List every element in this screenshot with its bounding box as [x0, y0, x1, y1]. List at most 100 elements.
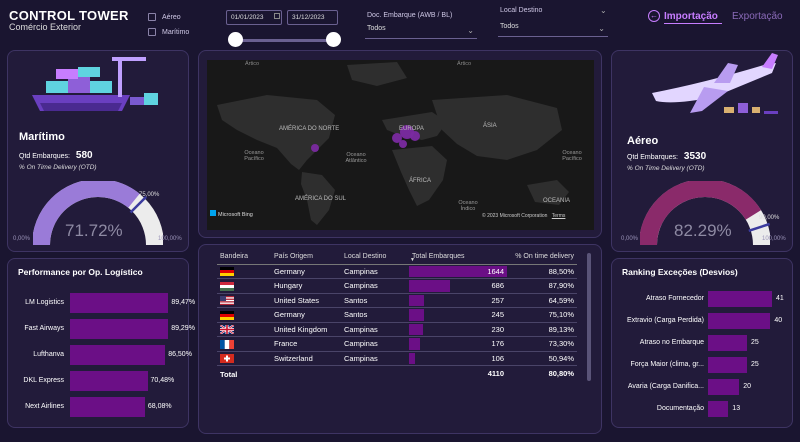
map-label: Ártico: [457, 61, 472, 67]
column-header[interactable]: Total Embarques: [409, 249, 507, 265]
doc-filter-label: Doc. Embarque (AWB / BL): [367, 12, 453, 19]
ranking-bar[interactable]: [708, 379, 740, 395]
performance-bar[interactable]: [70, 319, 169, 339]
total-databar: [409, 323, 423, 335]
table-row[interactable]: United Kingdom Campinas 230 89,13%: [217, 322, 577, 337]
ranking-row[interactable]: Extravio (Carga Perdida) 40: [612, 313, 794, 329]
world-map[interactable]: Ártico AMÉRICA DO NORTE EUROPA ÁSIA Ocea…: [207, 60, 594, 230]
ranking-value: 13: [732, 405, 741, 412]
ranking-row[interactable]: Força Maior (clima, gr... 25: [612, 357, 794, 373]
total-value: 686: [491, 281, 504, 291]
tab-exportacao[interactable]: Exportação: [732, 11, 783, 22]
local-filter-dropdown[interactable]: Todos ⌄: [498, 23, 608, 37]
map-marker: [410, 131, 420, 141]
ranking-bar[interactable]: [708, 313, 771, 329]
total-databar: [409, 280, 450, 292]
flag-cell: [217, 351, 271, 366]
performance-label: LM Logistics: [25, 299, 64, 306]
checkbox-aereo[interactable]: Aéreo: [148, 13, 181, 21]
ranking-bar[interactable]: [708, 335, 747, 351]
performance-bar-list: LM Logistics 89,47% Fast Airways 89,29% Luft…: [8, 293, 195, 423]
ranking-title: Ranking Exceções (Desvios): [622, 267, 738, 277]
table-row[interactable]: France Campinas 176 73,30%: [217, 336, 577, 352]
pais-cell: Germany: [271, 307, 341, 323]
table-row[interactable]: Switzerland Campinas 106 50,94%: [217, 351, 577, 366]
performance-row[interactable]: Fast Airways 89,29%: [8, 319, 195, 339]
performance-label: Fast Airways: [24, 325, 64, 332]
total-otd: 80,80%: [548, 368, 574, 378]
map-copyright: © 2023 Microsoft Corporation Terms: [482, 213, 566, 219]
local-cell: Santos: [341, 293, 409, 308]
flag-cell: [217, 336, 271, 352]
checkbox-icon: [148, 13, 156, 21]
total-label: Total: [220, 370, 238, 379]
date-start-calendar-icon[interactable]: [274, 13, 280, 19]
map-label: ÁSIA: [483, 123, 497, 129]
ranking-value: 41: [776, 295, 784, 302]
ranking-row[interactable]: Documentação 13: [612, 401, 794, 417]
tab-importacao-underline: [664, 23, 722, 24]
pais-cell: Germany: [271, 264, 341, 279]
qtd-value: 3530: [683, 151, 707, 162]
chevron-down-icon[interactable]: ⌄: [600, 6, 607, 15]
table-row[interactable]: United States Santos 257 64,59%: [217, 293, 577, 308]
table-row[interactable]: Germany Santos 245 75,10%: [217, 307, 577, 323]
maritimo-target-label: 75,00%: [139, 192, 160, 198]
performance-row[interactable]: LM Logistics 89,47%: [8, 293, 195, 313]
ranking-row[interactable]: Atraso Fornecedor 41: [612, 291, 794, 307]
doc-filter-dropdown[interactable]: Todos ⌄: [365, 25, 477, 39]
table-sort-icon[interactable]: ▼: [410, 257, 415, 263]
total-value: 245: [491, 310, 504, 320]
germany-flag-icon: [220, 267, 234, 276]
flag-cell: [217, 293, 271, 308]
date-start-handle[interactable]: [228, 32, 243, 47]
pais-cell: France: [271, 336, 341, 352]
map-label: EUROPA: [399, 126, 424, 132]
performance-bar[interactable]: [70, 293, 169, 313]
ranking-row[interactable]: Avaria (Carga Danifica... 20: [612, 379, 794, 395]
table-row[interactable]: Hungary Campinas 686 87,90%: [217, 278, 577, 294]
column-header[interactable]: Local Destino: [341, 249, 409, 265]
performance-bar[interactable]: [70, 345, 166, 365]
map-label: OCEANIA: [543, 198, 571, 204]
ranking-label: Avaria (Carga Danifica...: [627, 383, 704, 390]
column-header[interactable]: Bandeira: [217, 249, 271, 265]
column-header[interactable]: % On time delivery: [507, 249, 577, 265]
ranking-bar[interactable]: [708, 357, 747, 373]
local-cell: Campinas: [341, 336, 409, 352]
flag-cell: [217, 307, 271, 323]
performance-bar[interactable]: [70, 371, 148, 391]
checkbox-maritimo[interactable]: Marítimo: [148, 28, 189, 36]
map-label: Oceano Pacífico: [244, 150, 264, 162]
aereo-target-label: 90,00%: [759, 215, 780, 221]
pais-cell: United States: [271, 293, 341, 308]
pais-cell: Switzerland: [271, 351, 341, 366]
ranking-label: Documentação: [656, 405, 704, 412]
local-cell: Campinas: [341, 264, 409, 279]
table-row[interactable]: Germany Campinas 1644 88,50%: [217, 264, 577, 279]
ranking-bar[interactable]: [708, 401, 729, 417]
performance-bar[interactable]: [70, 397, 145, 417]
date-range-track[interactable]: [235, 39, 334, 42]
local-cell: Campinas: [341, 322, 409, 337]
table-scrollbar[interactable]: [587, 253, 591, 381]
performance-value: 89,29%: [171, 325, 195, 332]
performance-row[interactable]: Next Airlines 68,08%: [8, 397, 190, 417]
map-terms-link[interactable]: Terms: [552, 213, 566, 219]
ranking-value: 40: [774, 317, 783, 324]
tab-importacao[interactable]: Importação: [664, 11, 718, 22]
column-header[interactable]: País Origem: [271, 249, 341, 265]
ranking-value: 25: [751, 361, 759, 368]
back-arrow-icon[interactable]: ←: [648, 10, 660, 22]
performance-row[interactable]: DKL Express 70,48%: [8, 371, 190, 391]
aereo-gauge-value: 82.29%: [674, 221, 732, 240]
qtd-label: Qtd Embarques:: [19, 153, 70, 160]
ranking-row[interactable]: Atraso no Embarque 25: [612, 335, 794, 351]
performance-row[interactable]: Lufthanva 86,50%: [8, 345, 192, 365]
performance-value: 89,47%: [171, 299, 196, 306]
ranking-bar[interactable]: [708, 291, 772, 307]
map-continents: [217, 62, 569, 225]
date-end-handle[interactable]: [326, 32, 341, 47]
ranking-label: Atraso Fornecedor: [646, 295, 704, 302]
date-end-input[interactable]: 31/12/2023: [287, 10, 338, 25]
